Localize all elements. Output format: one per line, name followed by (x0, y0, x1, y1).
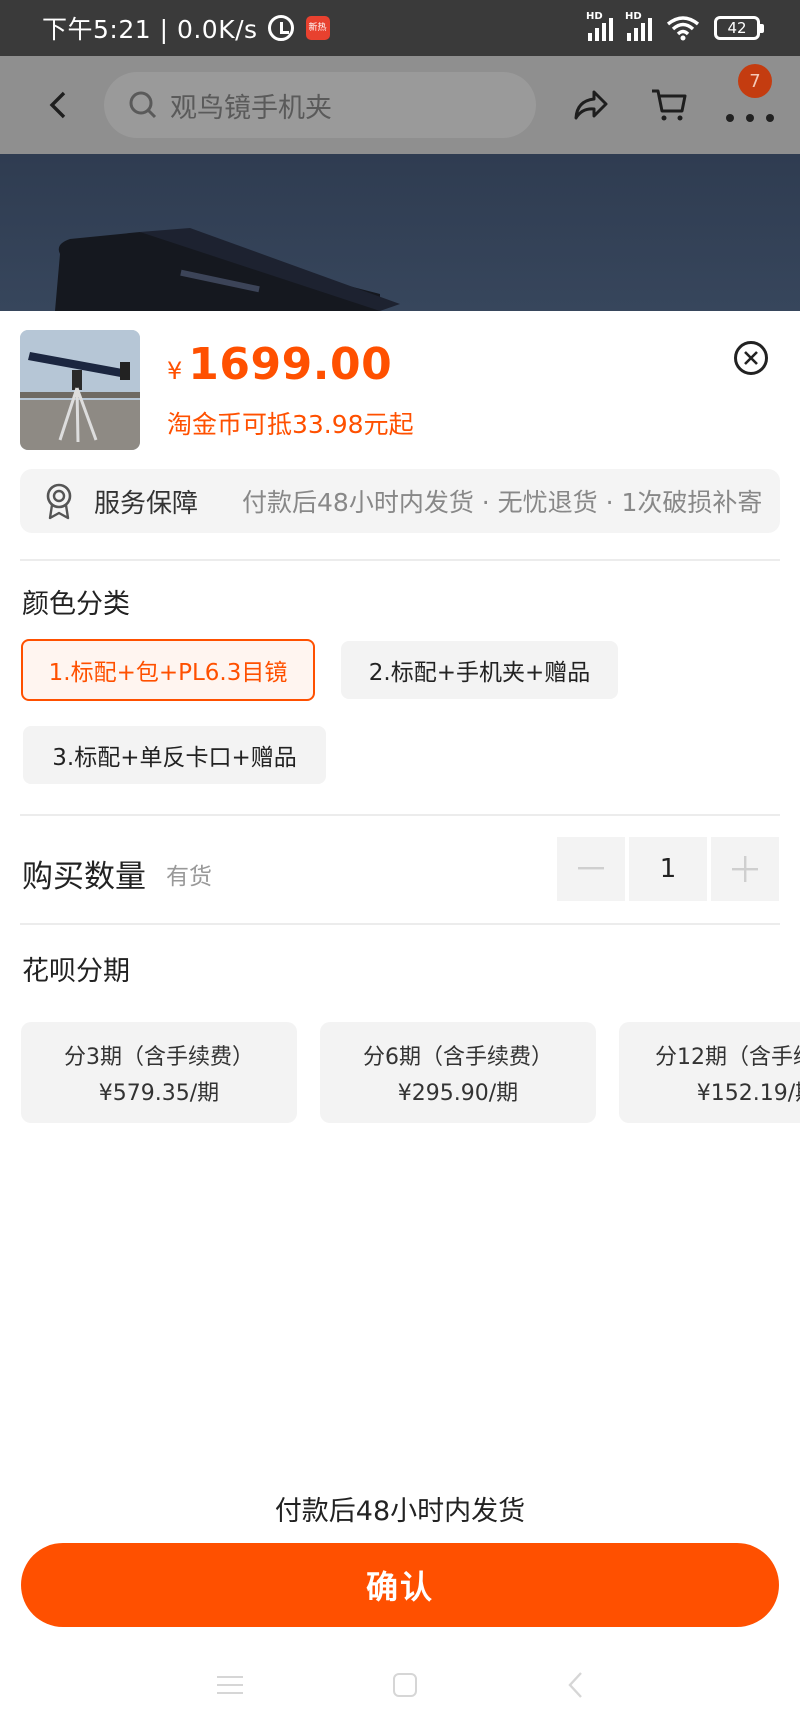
sku-selector-sheet: ¥ 1699.00 淘金币可抵33.98元起 服务保障 付款后48小时内发货 ·… (0, 311, 800, 1731)
top-nav-bar: 观鸟镜手机夹 7 (0, 56, 800, 154)
search-icon (129, 91, 157, 119)
confirm-button[interactable]: 确认 (21, 1543, 779, 1627)
installment-term: 分12期（含手续费） (655, 1044, 800, 1070)
back-button[interactable] (40, 87, 76, 123)
telescope-image (55, 228, 400, 311)
system-nav-bar (0, 1660, 800, 1710)
installment-term: 分6期（含手续费） (363, 1044, 553, 1070)
signal-icon: HD (586, 11, 613, 41)
installment-amount: ¥152.19/期 (696, 1080, 800, 1106)
status-time: 下午5:21 | 0.0K/s (42, 15, 258, 44)
menu-icon[interactable] (217, 1676, 243, 1694)
notification-badge: 7 (738, 64, 772, 98)
shipping-note: 付款后48小时内发货 (274, 1496, 526, 1527)
search-placeholder: 观鸟镜手机夹 (170, 92, 332, 124)
share-button[interactable] (570, 84, 612, 126)
installment-option-3[interactable]: 分3期（含手续费） ¥579.35/期 (21, 1022, 297, 1123)
chevron-left-icon (49, 91, 66, 119)
wifi-icon (666, 16, 700, 41)
battery-icon: 42 (714, 16, 764, 40)
cart-icon (652, 89, 687, 121)
status-bar: 下午5:21 | 0.0K/s 新热 HD HD 42 (0, 0, 800, 56)
news-app-icon: 新热 (305, 16, 330, 40)
home-icon[interactable] (393, 1673, 417, 1697)
installment-option-6[interactable]: 分6期（含手续费） ¥295.90/期 (320, 1022, 596, 1123)
back-icon[interactable] (567, 1671, 583, 1699)
installment-amount: ¥579.35/期 (98, 1080, 220, 1106)
installment-option-12[interactable]: 分12期（含手续费） ¥152.19/期 (619, 1022, 800, 1123)
alarm-icon (267, 15, 294, 41)
installment-term: 分3期（含手续费） (64, 1044, 254, 1070)
search-bar[interactable]: 观鸟镜手机夹 (104, 72, 536, 138)
more-icon (726, 114, 774, 122)
share-icon (574, 90, 608, 120)
installment-amount: ¥295.90/期 (397, 1080, 519, 1106)
product-hero-image (0, 154, 800, 311)
signal-icon: HD (625, 11, 652, 41)
cart-button[interactable] (648, 84, 690, 126)
more-button[interactable]: 7 (726, 64, 774, 126)
